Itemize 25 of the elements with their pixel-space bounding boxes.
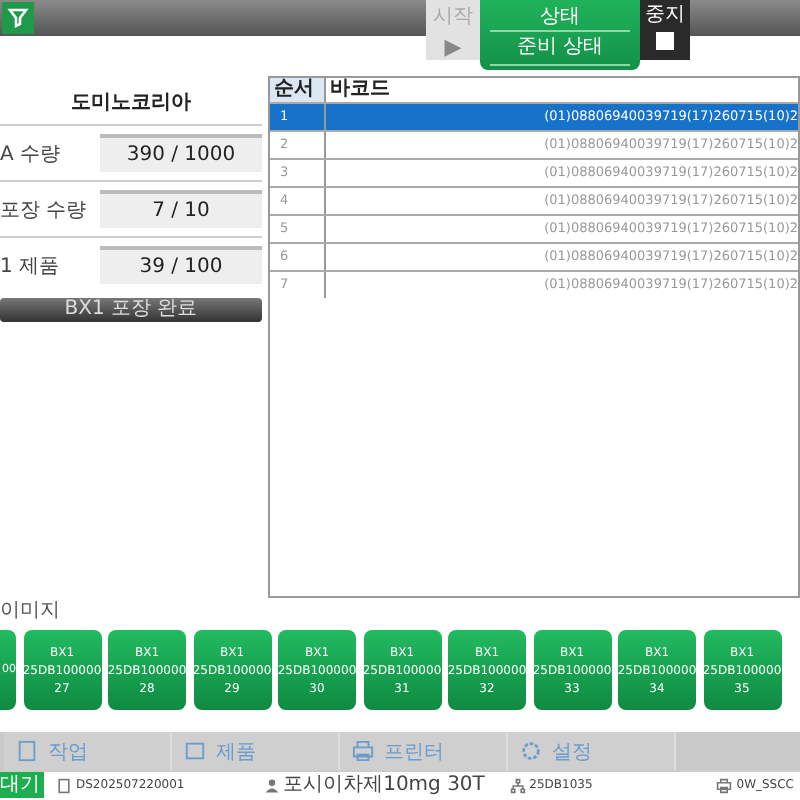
machine-state: 대기 (0, 772, 44, 798)
stop-checkbox[interactable] (656, 32, 674, 50)
count-field: 39 / 100 (100, 246, 262, 284)
toolbar-button[interactable]: 설정 (508, 732, 676, 770)
count-field: 7 / 10 (100, 190, 262, 228)
field-label: A 수량 (0, 141, 63, 167)
printer-icon (352, 740, 374, 762)
stop-button[interactable]: 중지 (640, 0, 690, 60)
company-title: 도미노코리아 (69, 90, 193, 118)
pack-complete-button[interactable]: BX1 포장 완료 (0, 298, 262, 322)
section-label: 이미지 (0, 598, 62, 626)
person-icon (263, 777, 280, 793)
network-icon (509, 777, 526, 793)
field-label: 포장 수량 (0, 197, 89, 223)
count-field: 390 / 1000 (100, 134, 262, 172)
status-title: 상태 (490, 2, 630, 32)
settings-icon (520, 740, 542, 762)
status-value: 준비 상태 (490, 32, 630, 66)
column-header: 순서 (270, 78, 326, 102)
field-label: 1 제품 (0, 253, 62, 279)
document-icon (56, 777, 72, 793)
start-button[interactable]: 시작 ▶ (426, 0, 480, 60)
printer-icon (716, 777, 733, 793)
clipboard-icon (16, 740, 38, 762)
status-text: 포시이차제10mg 30T (283, 772, 485, 798)
